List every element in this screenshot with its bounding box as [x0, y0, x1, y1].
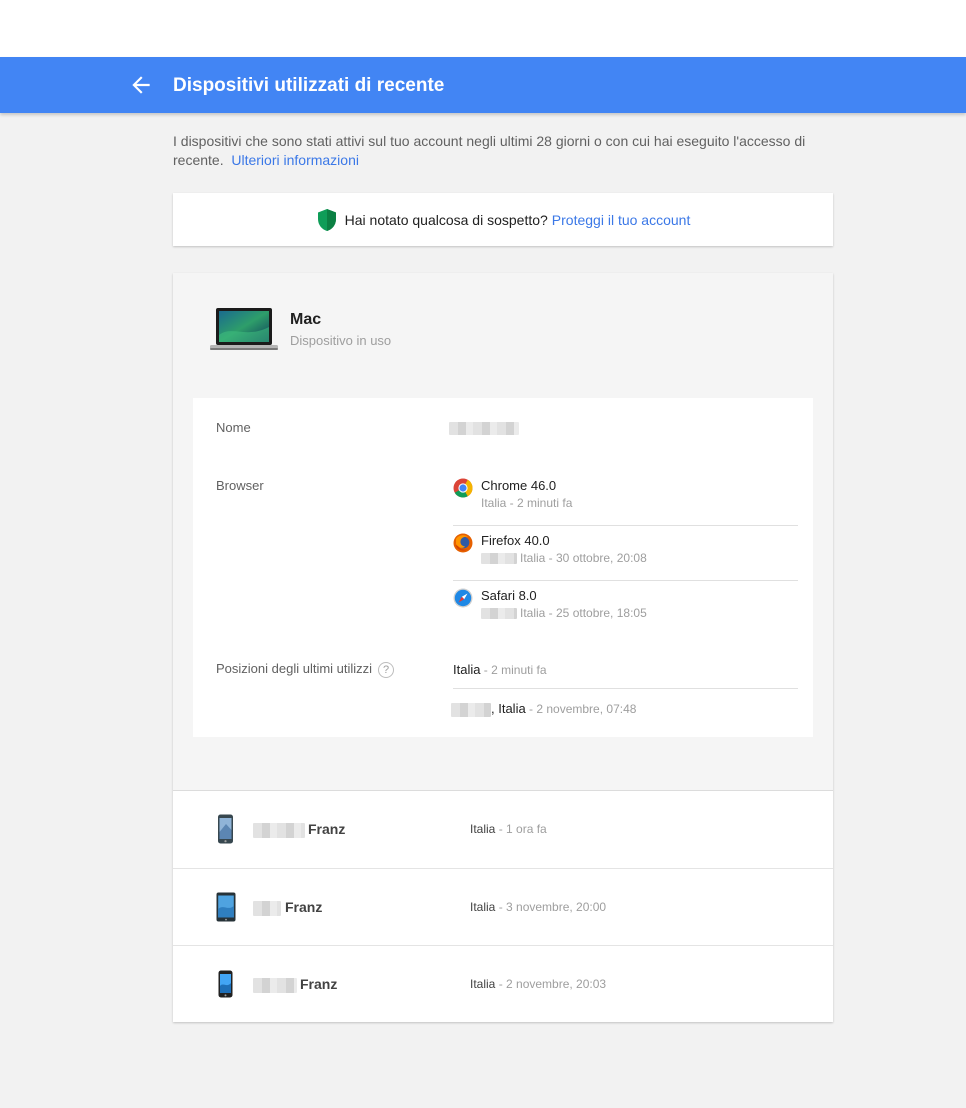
device-location: Italia - 3 novembre, 20:00 — [470, 900, 606, 914]
city-redacted — [451, 702, 491, 717]
device-time: - 2 novembre, 20:03 — [495, 977, 607, 991]
browser-name: Firefox 40.0 — [481, 533, 550, 548]
phone-icon — [218, 970, 233, 998]
device-location: Italia - 2 novembre, 20:03 — [470, 977, 606, 991]
device-name-text: Franz — [285, 899, 323, 915]
secure-account-link[interactable]: Proteggi il tuo account — [552, 212, 691, 228]
browser-row: Chrome 46.0 Italia - 2 minuti fa — [453, 471, 798, 526]
browser-row: Safari 8.0 Italia - 25 ottobre, 18:05 — [453, 581, 798, 636]
laptop-icon — [210, 308, 278, 350]
device-details: Nome Browser Chrome 46.0 Italia - 2 minu… — [193, 398, 813, 737]
device-name: Franz — [253, 976, 337, 993]
device-name-redacted — [449, 422, 519, 435]
tablet-icon — [216, 892, 236, 922]
chrome-icon — [453, 478, 473, 498]
devices-card: Mac Dispositivo in uso Nome Browser Chro… — [173, 273, 833, 1022]
page-title: Dispositivi utilizzati di recente — [173, 75, 445, 96]
browser-name: Chrome 46.0 — [481, 478, 557, 493]
device-name-redacted — [253, 900, 281, 916]
suspicious-activity-card: Hai notato qualcosa di sospetto? Protegg… — [173, 193, 833, 246]
device-list-item[interactable]: Franz Italia - 3 novembre, 20:00 — [173, 869, 833, 946]
location-row: Italia - 2 minuti fa — [453, 662, 798, 689]
browser-meta-text: Italia - 25 ottobre, 18:05 — [520, 606, 647, 620]
learn-more-link[interactable]: Ulteriori informazioni — [231, 152, 359, 168]
device-place: Italia — [470, 822, 496, 836]
browser-label: Browser — [216, 478, 264, 493]
city-redacted — [481, 553, 517, 565]
suspicious-text: Hai notato qualcosa di sospetto? — [344, 211, 548, 228]
current-device-status: Dispositivo in uso — [290, 333, 392, 348]
browser-meta-text: Italia - 30 ottobre, 20:08 — [520, 551, 647, 565]
location-place: , Italia — [491, 701, 526, 716]
intro-text: I dispositivi che sono stati attivi sul … — [173, 132, 833, 170]
device-place: Italia — [470, 900, 496, 914]
browser-meta: Italia - 2 minuti fa — [481, 496, 573, 510]
device-list-item[interactable]: Franz Italia - 2 novembre, 20:03 — [173, 946, 833, 1023]
device-location: Italia - 1 ora fa — [470, 822, 547, 836]
firefox-icon — [453, 533, 473, 553]
browser-name: Safari 8.0 — [481, 588, 537, 603]
city-redacted — [481, 608, 517, 620]
device-place: Italia — [470, 977, 496, 991]
app-bar: Dispositivi utilizzati di recente — [0, 57, 966, 113]
locations-label-text: Posizioni degli ultimi utilizzi — [216, 661, 373, 676]
device-name-redacted — [253, 822, 305, 838]
device-name-text: Franz — [300, 976, 338, 992]
device-name-redacted — [253, 977, 297, 993]
current-device-panel: Mac Dispositivo in uso Nome Browser Chro… — [173, 273, 833, 791]
device-name: Franz — [253, 899, 322, 916]
shield-icon — [317, 208, 336, 231]
location-row: , Italia - 2 novembre, 07:48 — [451, 701, 796, 717]
help-icon[interactable]: ? — [378, 661, 395, 678]
location-place: Italia — [453, 662, 481, 677]
device-time: - 3 novembre, 20:00 — [495, 900, 607, 914]
location-time: - 2 minuti fa — [480, 663, 547, 677]
device-time: - 1 ora fa — [495, 822, 547, 836]
back-arrow-icon[interactable] — [128, 72, 154, 98]
safari-icon — [453, 588, 473, 608]
browser-meta: Italia - 30 ottobre, 20:08 — [481, 551, 647, 565]
locations-label: Posizioni degli ultimi utilizzi? — [216, 661, 395, 678]
device-name: Franz — [253, 821, 345, 838]
browser-meta: Italia - 25 ottobre, 18:05 — [481, 606, 647, 620]
phone-icon — [218, 814, 233, 844]
name-label: Nome — [216, 420, 251, 435]
device-name-text: Franz — [308, 821, 346, 837]
top-blank-area — [0, 0, 966, 57]
current-device-name: Mac — [290, 311, 322, 328]
browser-row: Firefox 40.0 Italia - 30 ottobre, 20:08 — [453, 526, 798, 581]
location-time: - 2 novembre, 07:48 — [525, 702, 637, 716]
device-list-item[interactable]: Franz Italia - 1 ora fa — [173, 791, 833, 869]
